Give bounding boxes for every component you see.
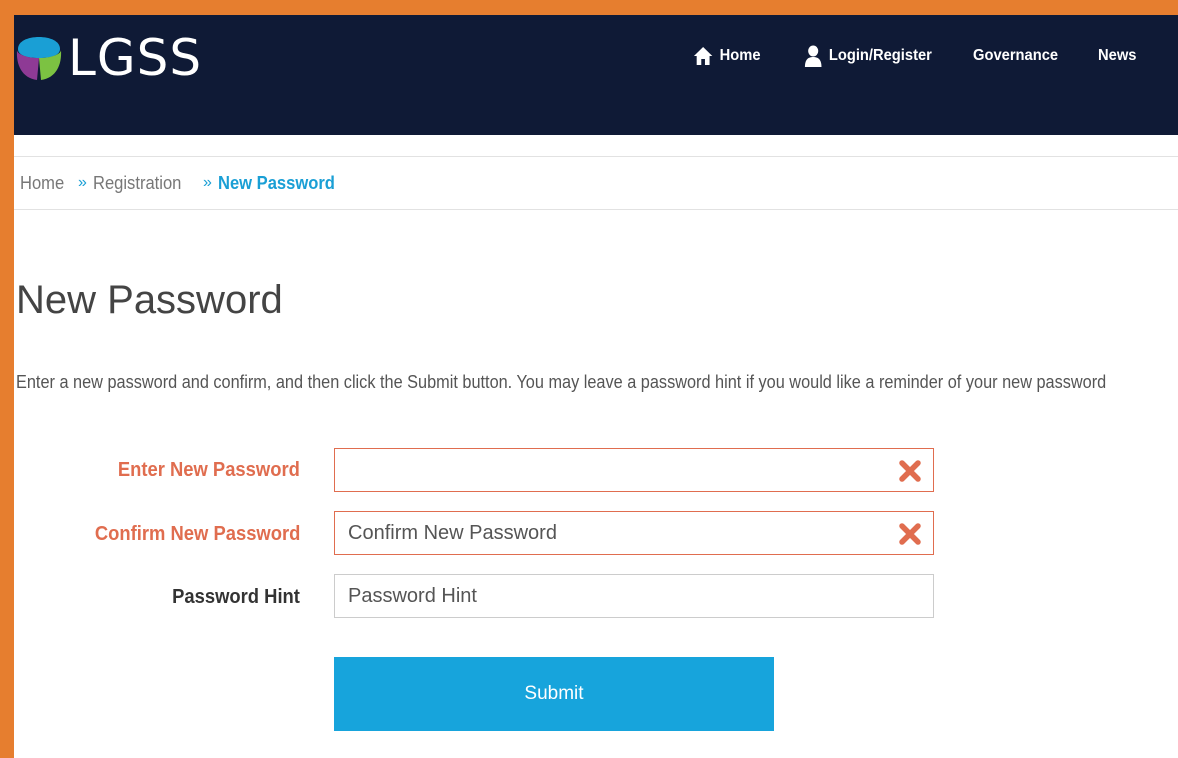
breadcrumb-separator: » bbox=[202, 174, 212, 191]
submit-button[interactable]: Submit bbox=[334, 657, 774, 731]
breadcrumb-current: New Password bbox=[217, 172, 335, 193]
new-password-field bbox=[334, 448, 934, 492]
page-title: New Password bbox=[16, 278, 283, 322]
intro-text: Enter a new password and confirm, and th… bbox=[16, 372, 1107, 392]
nav-item-label: Governance bbox=[973, 47, 1059, 64]
breadcrumb-home[interactable]: Home bbox=[20, 173, 64, 194]
new-password-input[interactable] bbox=[335, 449, 888, 491]
site-header: LGSS Home Login/Register Governance News bbox=[14, 15, 1178, 135]
confirm-password-label: Confirm New Password bbox=[94, 523, 300, 545]
password-hint-field bbox=[334, 574, 934, 618]
home-icon bbox=[693, 47, 713, 65]
new-password-label: Enter New Password bbox=[117, 459, 300, 481]
nav-item-label: Home bbox=[719, 47, 761, 64]
nav-item-news[interactable]: News bbox=[1098, 41, 1136, 71]
nav-item-home[interactable]: Home bbox=[693, 41, 761, 71]
password-hint-input[interactable] bbox=[335, 575, 888, 617]
breadcrumb-separator: » bbox=[78, 174, 87, 191]
main-nav: Home Login/Register Governance News bbox=[14, 41, 1178, 71]
nav-item-label: Login/Register bbox=[828, 47, 932, 64]
breadcrumb-registration[interactable]: Registration bbox=[93, 173, 181, 194]
user-icon bbox=[804, 45, 822, 67]
password-hint-label: Password Hint bbox=[172, 586, 300, 608]
nav-item-login-register[interactable]: Login/Register bbox=[804, 41, 932, 71]
window-frame-top bbox=[0, 0, 1178, 15]
window-frame-left bbox=[0, 0, 14, 758]
confirm-password-field bbox=[334, 511, 934, 555]
close-icon[interactable] bbox=[899, 460, 921, 482]
nav-item-label: News bbox=[1098, 47, 1137, 64]
nav-item-governance[interactable]: Governance bbox=[973, 41, 1058, 71]
close-icon[interactable] bbox=[899, 523, 921, 545]
confirm-password-input[interactable] bbox=[335, 512, 888, 554]
breadcrumb: Home » Registration » New Password bbox=[14, 156, 1178, 210]
